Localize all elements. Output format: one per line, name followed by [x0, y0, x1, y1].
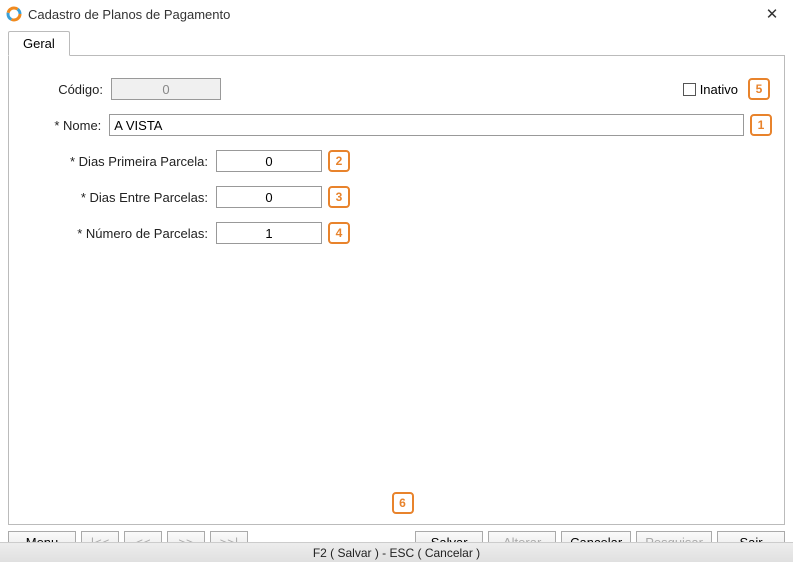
annotation-6: 6 — [392, 492, 414, 514]
app-icon — [6, 6, 22, 22]
annotation-1: 1 — [750, 114, 772, 136]
annotation-2: 2 — [328, 150, 350, 172]
row-dias-primeira: * Dias Primeira Parcela: 2 — [21, 150, 772, 172]
form-panel: Inativo 5 Código: * Nome: 1 * Dias Prime… — [8, 55, 785, 525]
row-dias-entre: * Dias Entre Parcelas: 3 — [21, 186, 772, 208]
dias-primeira-label: * Dias Primeira Parcela: — [21, 154, 216, 169]
codigo-label: Código: — [21, 82, 111, 97]
num-parcelas-field[interactable] — [216, 222, 322, 244]
row-num-parcelas: * Número de Parcelas: 4 — [21, 222, 772, 244]
inativo-checkbox[interactable] — [683, 83, 696, 96]
tab-strip: Geral — [8, 30, 785, 55]
dias-entre-field[interactable] — [216, 186, 322, 208]
close-icon[interactable]: ✕ — [757, 3, 787, 25]
row-codigo: Código: — [21, 78, 772, 100]
codigo-field — [111, 78, 221, 100]
window-title: Cadastro de Planos de Pagamento — [28, 7, 757, 22]
nome-label: * Nome: — [21, 118, 109, 133]
annotation-3: 3 — [328, 186, 350, 208]
annotation-4: 4 — [328, 222, 350, 244]
inativo-label: Inativo — [700, 82, 738, 97]
status-bar: F2 ( Salvar ) - ESC ( Cancelar ) — [0, 542, 793, 562]
row-nome: * Nome: 1 — [21, 114, 772, 136]
dias-primeira-field[interactable] — [216, 150, 322, 172]
dias-entre-label: * Dias Entre Parcelas: — [21, 190, 216, 205]
nome-field[interactable] — [109, 114, 744, 136]
tab-geral[interactable]: Geral — [8, 31, 70, 56]
title-bar: Cadastro de Planos de Pagamento ✕ — [0, 0, 793, 28]
annotation-5: 5 — [748, 78, 770, 100]
num-parcelas-label: * Número de Parcelas: — [21, 226, 216, 241]
inativo-wrap: Inativo 5 — [683, 78, 770, 100]
